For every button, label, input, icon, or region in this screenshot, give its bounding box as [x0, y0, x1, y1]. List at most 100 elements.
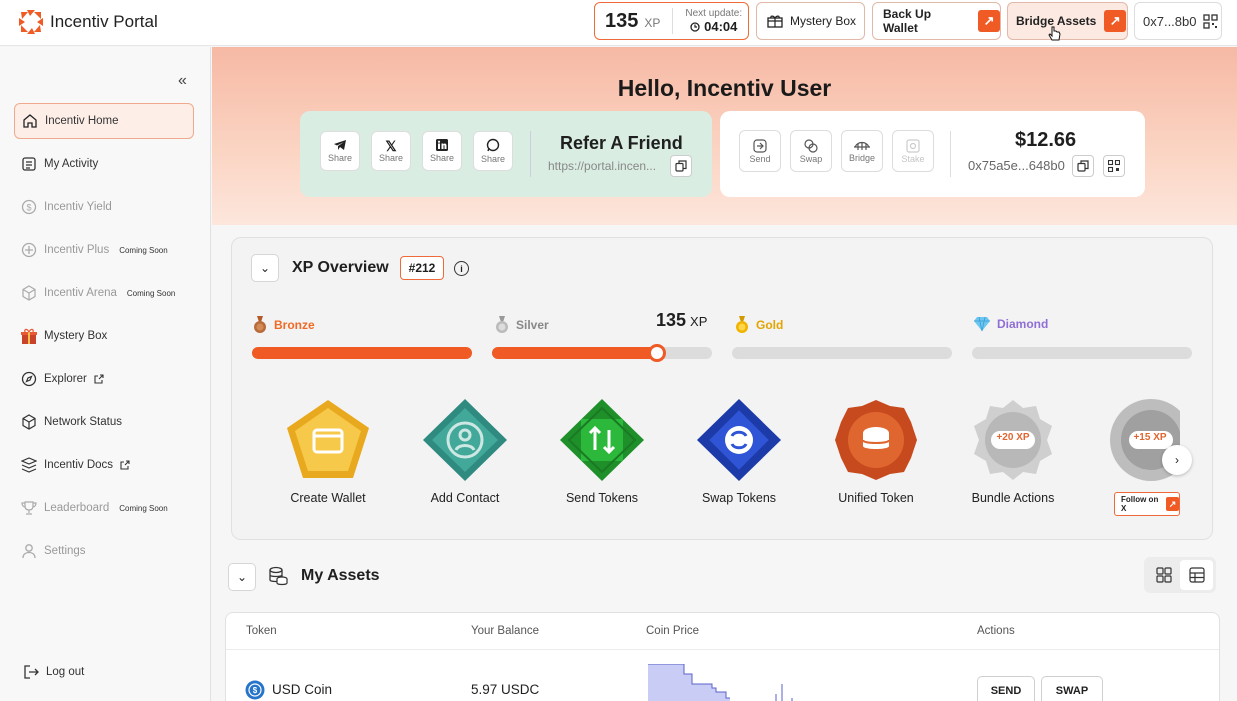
badge-bundle-actions[interactable]: +20 XP Bundle Actions: [953, 398, 1073, 505]
table-row[interactable]: $ USD Coin 5.97 USDC SEND SWAP: [226, 649, 1219, 701]
tier-progress-bar: [252, 347, 472, 359]
badge-send-tokens[interactable]: Send Tokens: [542, 398, 662, 505]
collapse-sidebar-icon[interactable]: «: [178, 72, 187, 90]
logo[interactable]: Incentiv Portal: [18, 9, 158, 35]
send-button[interactable]: Send: [739, 130, 781, 172]
current-xp: 135 XP: [656, 310, 707, 331]
qr-code-icon[interactable]: [1103, 155, 1125, 177]
swap-token-button[interactable]: SWAP: [1041, 676, 1103, 701]
logout-icon: [22, 663, 40, 681]
sidebar-item-arena[interactable]: Incentiv Arena Coming Soon: [14, 275, 194, 311]
collapse-xp-button[interactable]: ⌄: [251, 254, 279, 282]
sidebar-item-label: Incentiv Plus: [44, 244, 110, 256]
bridge-assets-button[interactable]: Bridge Assets ↗: [1007, 2, 1128, 40]
copy-link-icon[interactable]: [670, 155, 692, 177]
badge-add-contact[interactable]: Add Contact: [405, 398, 525, 505]
wallet-balance: $12.66: [1015, 129, 1077, 151]
coming-soon-badge: Coming Soon: [119, 503, 168, 513]
rank-badge: #212: [400, 256, 444, 280]
collapse-assets-button[interactable]: ⌄: [228, 563, 256, 591]
stake-icon: [906, 139, 920, 153]
share-whatsapp-button[interactable]: Share: [473, 131, 513, 171]
main-content: Hello, Incentiv User Share 𝕏 Share Share…: [212, 47, 1237, 701]
swap-button[interactable]: Swap: [790, 130, 832, 172]
badge-create-wallet[interactable]: Create Wallet: [268, 398, 388, 505]
sidebar-item-leaderboard[interactable]: Leaderboard Coming Soon: [14, 490, 194, 526]
app-title: Incentiv Portal: [50, 12, 158, 31]
divider: [950, 131, 951, 177]
sidebar-item-label: Mystery Box: [44, 330, 108, 342]
sidebar-item-plus[interactable]: Incentiv Plus Coming Soon: [14, 232, 194, 268]
sidebar-item-label: Incentiv Home: [45, 115, 119, 127]
sidebar-item-explorer[interactable]: Explorer: [14, 361, 194, 397]
logout-button[interactable]: Log out: [14, 654, 194, 690]
tier-silver: Silver: [494, 316, 549, 334]
tier-name: Diamond: [997, 317, 1049, 331]
refer-link[interactable]: https://portal.incen...: [548, 159, 656, 173]
stake-button[interactable]: Stake: [892, 130, 934, 172]
sidebar-item-activity[interactable]: My Activity: [14, 146, 194, 182]
top-bar: Incentiv Portal 135 XP Next update: 04:0…: [0, 0, 1237, 46]
coins-stack-icon: [269, 566, 288, 586]
xp-unit: XP: [644, 16, 661, 30]
current-xp-unit: XP: [690, 314, 708, 329]
chevron-down-icon: ⌄: [236, 570, 248, 584]
next-update-time: 04:04: [704, 19, 738, 34]
send-label: Send: [749, 154, 771, 164]
chevron-right-icon: ›: [1175, 453, 1179, 467]
follow-on-x-button[interactable]: Follow on X ↗: [1114, 492, 1180, 516]
sidebar-item-label: Incentiv Docs: [44, 459, 114, 471]
backup-wallet-label: Back Up Wallet: [883, 7, 932, 35]
contact-badge-icon: [423, 399, 507, 481]
share-telegram-button[interactable]: Share: [320, 131, 360, 171]
whatsapp-icon: [486, 138, 500, 154]
stake-label: Stake: [901, 154, 925, 164]
mystery-box-label: Mystery Box: [790, 14, 857, 28]
xp-counter[interactable]: 135 XP Next update: 04:04: [594, 2, 749, 40]
wallet-address: 0x7...8b0: [1143, 13, 1197, 29]
tier-name: Bronze: [274, 318, 315, 332]
share-label: Share: [429, 153, 455, 163]
table-view-button[interactable]: [1180, 560, 1213, 590]
mystery-box-button[interactable]: Mystery Box: [756, 2, 865, 40]
column-header: Token: [246, 625, 277, 637]
carousel-next-button[interactable]: ›: [1162, 445, 1192, 475]
my-assets-title: My Assets: [301, 567, 380, 584]
grid-view-button[interactable]: [1147, 560, 1180, 590]
activity-icon: [20, 155, 38, 173]
follow-xp-reward: +15 XP: [1133, 432, 1167, 443]
xp-overview-title: XP Overview: [292, 259, 389, 276]
badge-unified-token[interactable]: Unified Token: [816, 398, 936, 505]
badge-follow-x[interactable]: +15 XP: [1090, 398, 1180, 488]
copy-address-icon[interactable]: [1072, 155, 1094, 177]
share-linkedin-button[interactable]: Share: [422, 131, 462, 171]
sidebar-item-mystery-box[interactable]: Mystery Box: [14, 318, 194, 354]
bridge-label: Bridge: [848, 153, 875, 163]
sidebar-item-yield[interactable]: $ Incentiv Yield: [14, 189, 194, 225]
sidebar-item-home[interactable]: Incentiv Home: [14, 103, 194, 139]
column-header: Your Balance: [471, 625, 539, 637]
bundle-xp-reward: +20 XP: [996, 432, 1030, 443]
sidebar-item-docs[interactable]: Incentiv Docs: [14, 447, 194, 483]
badge-swap-tokens[interactable]: Swap Tokens: [679, 398, 799, 505]
unified-token-badge-icon: [835, 400, 917, 480]
tier-diamond: Diamond: [973, 316, 1048, 332]
sidebar-item-label: My Activity: [44, 158, 99, 170]
tier-name: Gold: [756, 318, 784, 332]
linkedin-icon: [436, 139, 448, 153]
share-x-button[interactable]: 𝕏 Share: [371, 131, 411, 171]
info-icon[interactable]: i: [454, 261, 469, 276]
wallet-address-button[interactable]: 0x7...8b0: [1134, 2, 1222, 40]
x-icon: 𝕏: [385, 138, 397, 154]
send-token-button[interactable]: SEND: [977, 676, 1035, 701]
sidebar-item-settings[interactable]: Settings: [14, 533, 194, 569]
refer-card: Share 𝕏 Share Share Share Refer A Friend…: [300, 111, 712, 197]
follow-label: Follow on X: [1121, 495, 1159, 513]
coming-soon-badge: Coming Soon: [126, 288, 176, 298]
progress-fill: [492, 347, 657, 359]
sidebar-item-network-status[interactable]: Network Status: [14, 404, 194, 440]
current-xp-value: 135: [656, 310, 687, 330]
bridge-button[interactable]: Bridge: [841, 130, 883, 172]
backup-wallet-button[interactable]: Back Up Wallet ↗: [872, 2, 1001, 40]
user-icon: [20, 542, 38, 560]
